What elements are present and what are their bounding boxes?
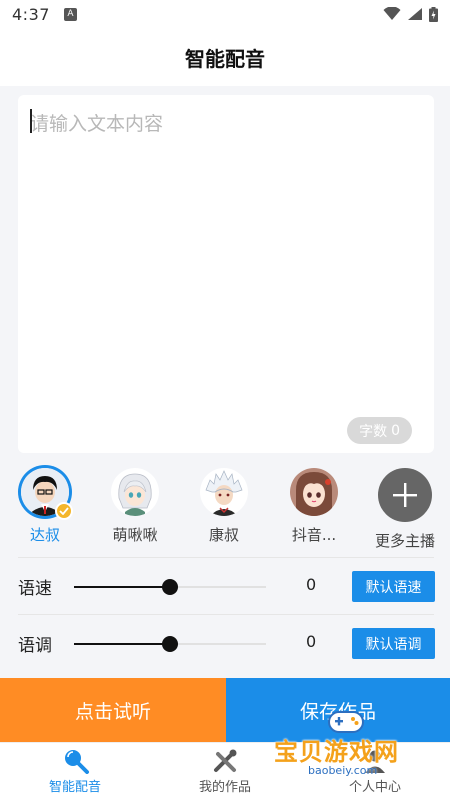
avatar-dashu [21,468,73,520]
char-count-label: 字数 [359,423,388,440]
avatar-douyin [290,468,338,516]
voice-item-douyin[interactable]: 抖音... [282,468,346,545]
status-time: 4:37 [12,4,50,24]
voice-name: 达叔 [29,526,60,544]
more-voices-button[interactable]: 更多主播 [370,468,440,551]
person-icon [365,750,385,773]
pitch-value: 0 [306,632,317,651]
speed-slider-thumb[interactable] [162,579,178,595]
default-speed-button[interactable]: 默认语速 [352,571,435,602]
pitch-slider[interactable] [74,636,266,652]
tab-label: 我的作品 [198,780,251,795]
avatar-kangshu [200,468,248,516]
listen-button[interactable]: 点击试听 [0,678,226,742]
bottom-tab-bar: 智能配音 我的作品 个人中心 [0,742,450,800]
wifi-icon [383,7,401,20]
text-input-placeholder: 请输入文本内容 [30,113,164,135]
voice-item-dashu[interactable]: 达叔 [13,468,77,545]
pitch-slider-fill [74,643,170,645]
battery-icon [429,6,438,22]
pitch-row: 语调 0 默认语调 [0,615,450,671]
action-bar: 点击试听 保存作品 [0,678,450,742]
voice-name: 萌啾啾 [112,526,158,544]
voice-name: 抖音... [291,526,337,544]
text-input-area[interactable]: 请输入文本内容 字数 0 [18,95,434,453]
more-voices-label: 更多主播 [374,532,435,550]
pitch-slider-thumb[interactable] [162,636,178,652]
tab-smart-dubbing[interactable]: 智能配音 [0,743,150,800]
tools-icon [214,749,237,772]
tab-my-works[interactable]: 我的作品 [150,743,300,800]
avatar-mengjiujiu [111,468,159,516]
notification-icon: A [63,7,77,21]
text-cursor [30,109,32,133]
voice-name: 康叔 [208,526,239,544]
pitch-label: 语调 [18,636,52,656]
signal-icon [408,8,422,20]
speed-slider-fill [74,586,170,588]
speed-label: 语速 [18,579,52,599]
page-title: 智能配音 [185,46,265,71]
mic-icon [65,750,89,774]
save-work-button[interactable]: 保存作品 [226,678,450,742]
char-count-badge: 字数 0 [347,417,412,444]
voice-selector: 达叔 萌啾啾 康叔 抖音... 更多主播 [0,462,450,554]
header: 智能配音 [0,28,450,86]
selected-check-icon [55,502,73,520]
voice-item-mengjiujiu[interactable]: 萌啾啾 [103,468,167,545]
speed-row: 语速 0 默认语速 [0,558,450,614]
voice-item-kangshu[interactable]: 康叔 [192,468,256,545]
tab-label: 个人中心 [348,780,401,795]
char-count-value: 0 [391,422,400,439]
plus-icon [378,468,432,522]
status-bar: 4:37 A [0,0,450,28]
speed-value: 0 [306,575,317,594]
tab-label: 智能配音 [48,780,101,795]
default-pitch-button[interactable]: 默认语调 [352,628,435,659]
tab-profile[interactable]: 个人中心 [300,743,450,800]
status-icons [383,6,438,22]
speed-slider[interactable] [74,579,266,595]
